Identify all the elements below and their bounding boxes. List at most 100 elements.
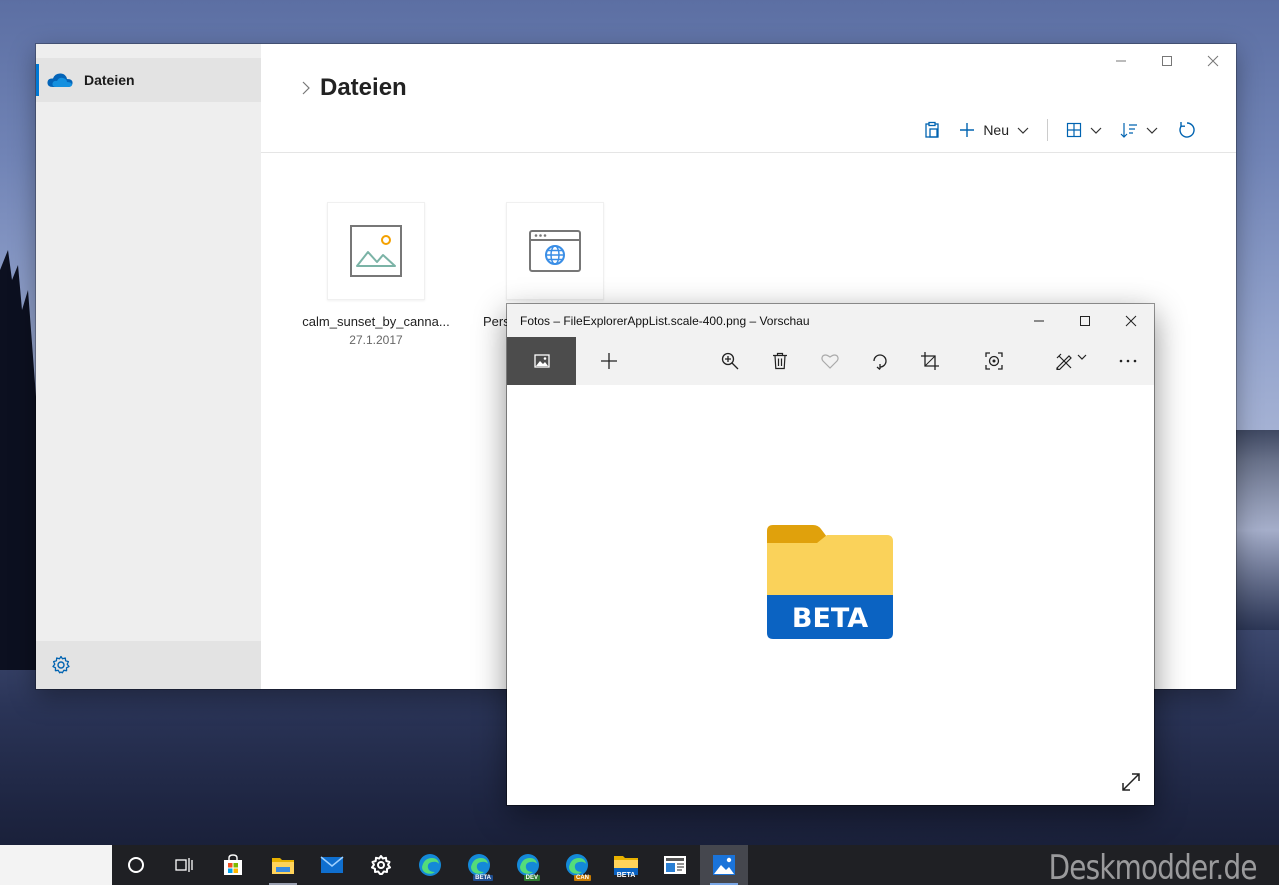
photo-gallery-icon — [533, 354, 550, 368]
canary-badge: CAN — [574, 875, 591, 881]
mail-icon — [320, 856, 344, 873]
zoom-in-icon — [721, 352, 739, 370]
trash-icon — [773, 352, 787, 370]
taskbar-photos[interactable] — [700, 845, 748, 885]
window-controls — [1098, 44, 1236, 78]
clipboard-icon — [925, 121, 939, 138]
taskbar-edge-canary[interactable]: CAN — [553, 845, 601, 885]
taskbar-app-window[interactable] — [651, 845, 699, 885]
settings-gear-icon — [371, 855, 391, 875]
dev-badge: DEV — [523, 875, 540, 881]
taskbar-edge[interactable] — [406, 845, 454, 885]
photos-toolbar — [507, 337, 1154, 385]
onedrive-cloud-icon — [47, 73, 73, 87]
beta-badge: BETA — [616, 872, 636, 879]
header-divider — [261, 152, 1236, 153]
file-date: 27.1.2017 — [349, 333, 403, 347]
file-name: calm_sunset_by_canna... — [302, 314, 450, 329]
minimize-button[interactable] — [1016, 304, 1062, 337]
new-button-label: Neu — [983, 122, 1009, 138]
settings-gear-icon[interactable] — [51, 655, 71, 675]
add-to-button[interactable] — [597, 349, 621, 373]
edge-beta-icon — [468, 854, 490, 876]
file-thumbnail — [327, 202, 425, 300]
edge-dev-icon — [517, 854, 539, 876]
watermark: Deskmodder.de — [1048, 848, 1258, 885]
zoom-button[interactable] — [718, 349, 742, 373]
chevron-down-icon — [1077, 354, 1087, 360]
taskbar-file-explorer-beta[interactable]: BETA — [602, 845, 650, 885]
file-tile[interactable]: calm_sunset_by_canna... 27.1.2017 — [286, 202, 466, 347]
edit-create-button[interactable] — [1051, 349, 1091, 373]
maximize-icon — [1162, 56, 1172, 66]
view-button[interactable] — [1066, 122, 1102, 138]
photos-titlebar: Fotos – FileExplorerAppList.scale-400.pn… — [507, 304, 1154, 337]
refresh-button[interactable] — [1178, 121, 1196, 139]
folder-icon — [272, 858, 294, 874]
cortana-circle-icon — [128, 857, 144, 873]
sidebar-item-dateien[interactable]: Dateien — [36, 58, 261, 102]
close-icon — [1125, 315, 1137, 326]
maximize-icon — [1080, 315, 1090, 326]
edge-browser-icon — [419, 854, 441, 876]
photo-canvas: BETA — [507, 385, 1154, 805]
grid-view-icon — [1066, 122, 1082, 138]
beta-badge-text: BETA — [792, 603, 868, 634]
taskbar-edge-beta[interactable]: BETA — [455, 845, 503, 885]
crop-icon — [921, 352, 939, 370]
close-button[interactable] — [1190, 44, 1236, 78]
see-all-photos-button[interactable] — [507, 337, 576, 385]
more-dots-icon — [1119, 359, 1137, 363]
close-button[interactable] — [1108, 304, 1154, 337]
rotate-button[interactable] — [868, 349, 892, 373]
minimize-icon — [1034, 320, 1044, 321]
taskbar-mail[interactable] — [308, 845, 356, 885]
edit-pen-icon — [1056, 353, 1072, 370]
task-view-icon — [175, 858, 193, 872]
taskbar-store[interactable] — [209, 845, 257, 885]
plus-icon — [601, 353, 617, 369]
beta-badge: BETA — [473, 875, 493, 881]
sidebar-footer — [36, 641, 261, 689]
expand-icon[interactable] — [1120, 771, 1142, 793]
minimize-icon — [1116, 60, 1126, 62]
taskbar-edge-dev[interactable]: DEV — [504, 845, 552, 885]
folder-body — [767, 535, 893, 595]
breadcrumb: Dateien — [301, 74, 407, 102]
maximize-button[interactable] — [1144, 44, 1190, 78]
sort-button[interactable] — [1120, 122, 1158, 138]
wallpaper-trees — [0, 250, 40, 670]
crop-button[interactable] — [918, 349, 942, 373]
maximize-button[interactable] — [1062, 304, 1108, 337]
taskbar-file-explorer[interactable] — [259, 845, 307, 885]
favorite-button[interactable] — [818, 349, 842, 373]
chevron-down-icon — [1146, 127, 1158, 134]
app-window-icon — [664, 856, 686, 874]
window-controls — [1016, 304, 1154, 337]
edge-canary-icon — [566, 854, 588, 876]
rotate-icon — [873, 354, 887, 370]
delete-button[interactable] — [768, 349, 792, 373]
taskbar-settings[interactable] — [357, 845, 405, 885]
more-options-button[interactable] — [1116, 349, 1140, 373]
focus-icon — [985, 352, 1003, 370]
paste-button[interactable] — [923, 121, 941, 139]
chevron-down-icon — [1090, 127, 1102, 134]
cortana-button[interactable] — [112, 845, 160, 885]
enhance-button[interactable] — [982, 349, 1006, 373]
toolbar-separator — [1047, 119, 1048, 141]
folder-beta-icon: BETA — [767, 525, 893, 639]
task-view-button[interactable] — [160, 845, 208, 885]
new-button[interactable]: Neu — [959, 122, 1029, 138]
taskbar-search-box[interactable] — [0, 845, 112, 885]
file-thumbnail — [506, 202, 604, 300]
chevron-down-icon — [1017, 127, 1029, 134]
close-icon — [1207, 55, 1219, 67]
store-bag-icon — [224, 854, 242, 875]
minimize-button[interactable] — [1098, 44, 1144, 78]
chevron-right-icon[interactable] — [301, 80, 311, 96]
window-title: Fotos – FileExplorerAppList.scale-400.pn… — [520, 313, 810, 328]
selection-indicator — [36, 64, 39, 96]
sidebar-item-label: Dateien — [84, 72, 135, 88]
plus-icon — [960, 123, 975, 137]
